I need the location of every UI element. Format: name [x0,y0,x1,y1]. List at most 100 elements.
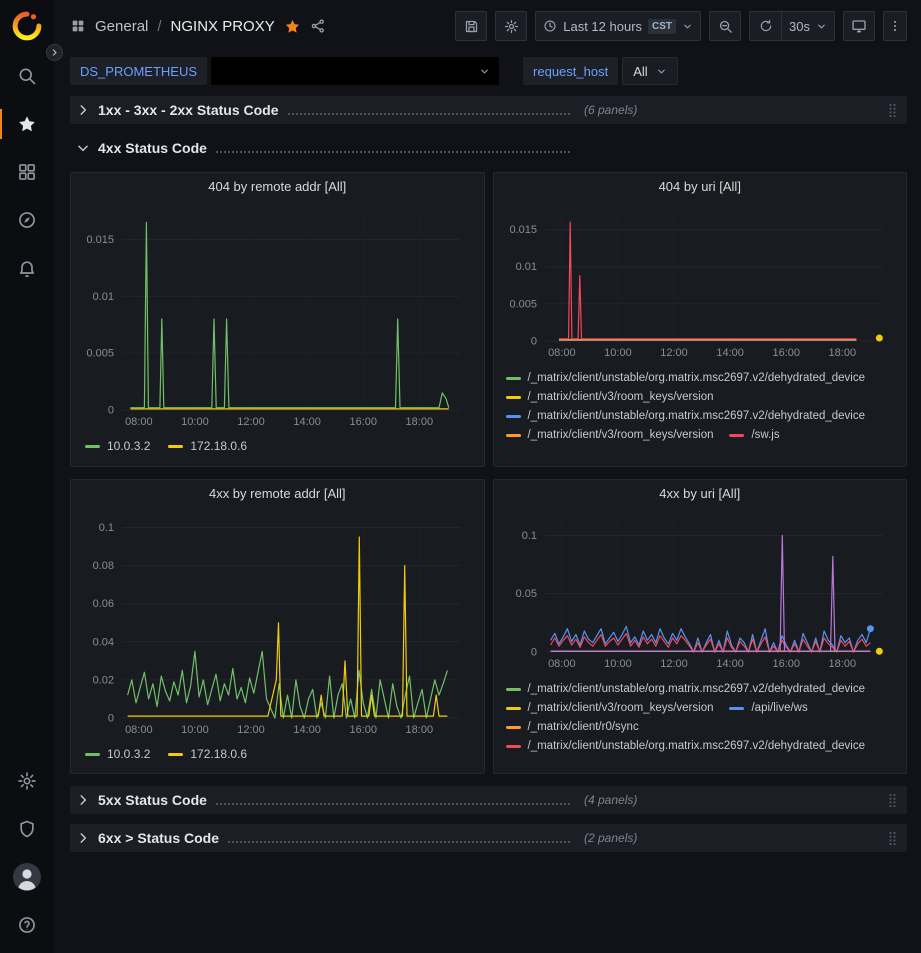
legend-item[interactable]: 10.0.3.2 [85,439,150,453]
svg-text:08:00: 08:00 [125,416,153,428]
apps-grid-icon[interactable] [70,18,86,34]
panel-404-by-remote-addr: 404 by remote addr [All] 08:0010:0012:00… [70,172,485,467]
sidebar-item-search[interactable] [0,52,54,100]
gear-icon [17,771,37,791]
timeseries-chart[interactable]: 08:0010:0012:0014:0016:0018:0000.0050.01… [501,199,899,365]
row-header-6xx[interactable]: 6xx > Status Code (2 panels) [70,824,907,852]
sidebar-item-help[interactable] [0,901,54,949]
sidebar-item-explore[interactable] [0,196,54,244]
legend-item[interactable]: /_matrix/client/unstable/org.matrix.msc2… [506,372,866,384]
svg-text:16:00: 16:00 [772,658,800,670]
row-header-4xx[interactable]: 4xx Status Code [70,134,907,162]
refresh-icon [759,19,773,33]
legend-item[interactable]: /_matrix/client/unstable/org.matrix.msc2… [506,683,866,695]
topbar-actions: Last 12 hours CST 30s [455,11,907,41]
legend-item[interactable]: 172.18.0.6 [168,747,247,761]
row-drag-handle[interactable] [888,793,897,808]
dashboard-settings-button[interactable] [495,11,527,41]
legend-series-label: /_matrix/client/unstable/org.matrix.msc2… [528,683,866,695]
sidebar-item-server-admin[interactable] [0,805,54,853]
variable-value-ds-prometheus[interactable] [211,57,499,85]
row-title: 6xx > Status Code [98,830,219,846]
sidebar-item-dashboards[interactable] [0,148,54,196]
save-dashboard-button[interactable] [455,11,487,41]
legend-series-marker [85,753,100,756]
sidebar-item-starred[interactable] [0,100,54,148]
drag-dots-icon [888,793,897,808]
share-icon[interactable] [310,18,326,34]
legend-series-label: /_matrix/client/r0/sync [528,721,639,733]
zoom-out-button[interactable] [709,11,741,41]
legend-item[interactable]: /_matrix/client/unstable/org.matrix.msc2… [506,410,866,422]
panel-4xx-by-uri: 4xx by uri [All] 08:0010:0012:0014:0016:… [493,479,908,774]
legend-item[interactable]: /api/live/ws [729,702,807,714]
legend-series-marker [506,396,521,399]
legend-item[interactable]: /_matrix/client/r0/sync [506,721,639,733]
chart-legend: 10.0.3.2 172.18.0.6 [71,742,484,761]
breadcrumb-section[interactable]: General [95,18,148,35]
breadcrumb-dashboard-title[interactable]: NGINX PROXY [171,18,275,35]
refresh-interval-picker[interactable]: 30s [781,11,835,41]
save-icon [464,19,479,34]
dotted-leader [288,112,570,115]
chevron-right-icon [50,48,59,57]
row-header-1xx-3xx-2xx[interactable]: 1xx - 3xx - 2xx Status Code (6 panels) [70,96,907,124]
legend-series-label: 172.18.0.6 [190,439,247,453]
panel-title[interactable]: 4xx by remote addr [All] [71,480,484,506]
legend-item[interactable]: 10.0.3.2 [85,747,150,761]
refresh-button[interactable] [749,11,781,41]
row-panel-count: (2 panels) [584,831,637,845]
panel-row-1: 404 by remote addr [All] 08:0010:0012:00… [70,172,907,467]
panel-404-by-uri: 404 by uri [All] 08:0010:0012:0014:0016:… [493,172,908,467]
svg-text:10:00: 10:00 [181,724,209,736]
sidebar-item-profile[interactable] [0,853,54,901]
cycle-view-mode-button[interactable] [843,11,875,41]
sidebar-item-configuration[interactable] [0,757,54,805]
timeseries-chart[interactable]: 08:0010:0012:0014:0016:0018:0000.050.1 [501,506,899,676]
svg-text:0.05: 0.05 [515,588,536,600]
timeseries-chart[interactable]: 08:0010:0012:0014:0016:0018:0000.0050.01… [78,199,476,434]
avatar [12,862,42,892]
timeseries-chart[interactable]: 08:0010:0012:0014:0016:0018:0000.020.040… [78,506,476,742]
svg-text:14:00: 14:00 [716,347,744,359]
grafana-logo[interactable] [0,0,54,52]
svg-text:08:00: 08:00 [548,658,576,670]
top-navbar: General / NGINX PROXY Last 12 hours CST [54,0,921,52]
svg-text:10:00: 10:00 [604,658,632,670]
variable-value-request-host[interactable]: All [622,57,677,85]
legend-item[interactable]: /_matrix/client/v3/room_keys/version [506,702,714,714]
time-range-label: Last 12 hours [563,19,642,34]
legend-series-marker [506,745,521,748]
legend-series-label: /sw.js [751,429,779,441]
chevron-down-icon [76,141,90,155]
row-drag-handle[interactable] [888,103,897,118]
clock-icon [543,19,557,33]
legend-item[interactable]: /_matrix/client/v3/room_keys/version [506,429,714,441]
time-range-picker[interactable]: Last 12 hours CST [535,11,701,41]
dotted-leader [228,840,570,843]
sidebar-item-alerting[interactable] [0,244,54,292]
dashboard-content: 1xx - 3xx - 2xx Status Code (6 panels) 4… [54,90,921,852]
svg-text:0.01: 0.01 [93,291,114,303]
legend-series-marker [506,707,521,710]
legend-item[interactable]: /_matrix/client/v3/room_keys/version [506,391,714,403]
chevron-right-icon [76,831,90,845]
legend-item[interactable]: /_matrix/client/unstable/org.matrix.msc2… [506,740,866,752]
sidebar-expand-button[interactable] [46,44,63,61]
row-drag-handle[interactable] [888,831,897,846]
chevron-down-icon [479,66,490,77]
panel-title[interactable]: 4xx by uri [All] [494,480,907,506]
more-options-button[interactable] [883,11,907,41]
refresh-button-group: 30s [749,11,835,41]
panel-title[interactable]: 404 by uri [All] [494,173,907,199]
panel-title[interactable]: 404 by remote addr [All] [71,173,484,199]
shield-icon [17,819,37,839]
kebab-icon [888,18,902,34]
compass-icon [17,210,37,230]
row-header-5xx[interactable]: 5xx Status Code (4 panels) [70,786,907,814]
legend-item[interactable]: /sw.js [729,429,779,441]
svg-text:0.06: 0.06 [93,598,114,610]
svg-text:0.015: 0.015 [509,224,537,236]
legend-item[interactable]: 172.18.0.6 [168,439,247,453]
favorite-star-icon[interactable] [284,18,301,35]
